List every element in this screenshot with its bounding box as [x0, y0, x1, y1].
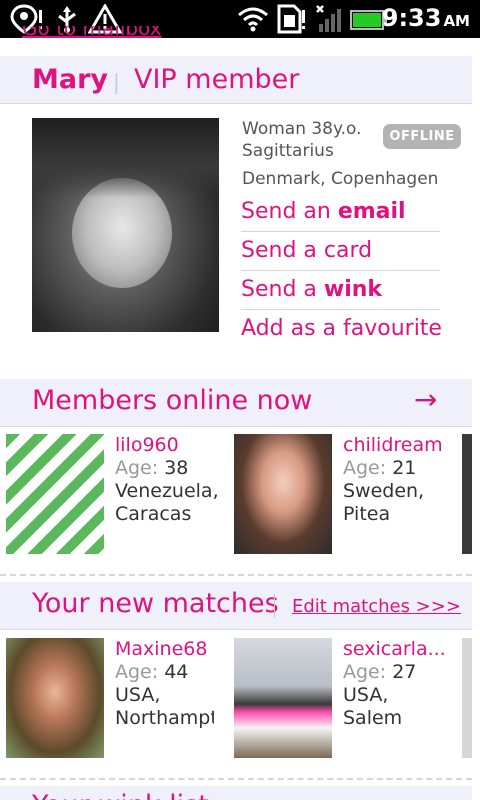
edit-matches-link[interactable]: Edit matches >>>	[292, 596, 461, 617]
member-country: USA,	[115, 684, 161, 706]
member-age: Age: 44	[115, 661, 189, 683]
divider: |	[113, 70, 120, 94]
signal-off-icon	[316, 5, 341, 32]
wifi-icon	[238, 7, 268, 32]
clock: 9:33 AM	[381, 4, 470, 32]
member-photo[interactable]	[6, 434, 104, 554]
member-city: Pitea	[343, 503, 391, 525]
member-photo[interactable]	[6, 638, 104, 758]
profile-photo[interactable]	[32, 118, 219, 332]
member-country: Venezuela,	[115, 480, 219, 502]
next-card-peek[interactable]	[462, 434, 472, 554]
profile-name: Mary	[32, 64, 109, 95]
location: Denmark, Copenhagen	[242, 169, 439, 189]
member-age: Age: 27	[343, 661, 417, 683]
arrow-right-icon[interactable]: →	[414, 383, 437, 416]
member-photo[interactable]	[234, 434, 332, 554]
member-photo[interactable]	[234, 638, 332, 758]
dashed-divider	[0, 778, 472, 780]
member-card[interactable]: lilo960 Age: 38 Venezuela, Caracas	[6, 434, 231, 556]
members-online-header[interactable]: Members online now →	[0, 379, 472, 427]
member-card[interactable]: Maxine68 Age: 44 USA, Northampton	[6, 638, 231, 760]
member-card[interactable]: sexicarla... Age: 27 USA, Salem	[234, 638, 459, 760]
send-card-link[interactable]: Send a card	[241, 232, 440, 271]
member-country: USA,	[343, 684, 389, 706]
divider	[274, 594, 275, 618]
sim-card-icon	[277, 4, 305, 34]
send-email-link[interactable]: Send an email	[241, 193, 440, 232]
member-name[interactable]: lilo960	[115, 434, 230, 456]
member-age: Age: 38	[115, 457, 189, 479]
member-name[interactable]: sexicarla...	[343, 638, 458, 660]
member-name[interactable]: chilidream	[343, 434, 458, 456]
next-card-peek[interactable]	[462, 638, 472, 758]
mailbox-link[interactable]: Go to mailbox	[22, 26, 222, 44]
member-city: Caracas	[115, 503, 192, 525]
section-title: Members online now	[32, 385, 313, 416]
member-name[interactable]: Maxine68	[115, 638, 230, 660]
add-favourite-link[interactable]: Add as a favourite	[241, 310, 442, 349]
zodiac-sign: Sagittarius	[242, 141, 334, 161]
section-title: Your new matches	[32, 588, 279, 619]
membership-label: VIP member	[134, 64, 300, 95]
profile-actions: Send an email Send a card Send a wink Ad…	[241, 193, 442, 349]
gender-age: Woman 38y.o.	[242, 119, 362, 139]
dashed-divider	[0, 574, 472, 576]
member-age: Age: 21	[343, 457, 417, 479]
wink-list-header[interactable]: Your wink list	[0, 786, 472, 800]
member-city: Northampton	[115, 707, 214, 729]
member-country: Sweden,	[343, 480, 425, 502]
member-card[interactable]: chilidream Age: 21 Sweden, Pitea	[234, 434, 459, 556]
send-wink-link[interactable]: Send a wink	[241, 271, 440, 310]
profile-header: Mary | VIP member OFFLINE	[0, 56, 472, 149]
photo-hair	[32, 118, 219, 198]
profile-details: Woman 38y.o. Sagittarius Denmark, Copenh…	[242, 118, 442, 190]
member-city: Salem	[343, 707, 403, 729]
new-matches-header: Your new matches Edit matches >>>	[0, 582, 472, 630]
